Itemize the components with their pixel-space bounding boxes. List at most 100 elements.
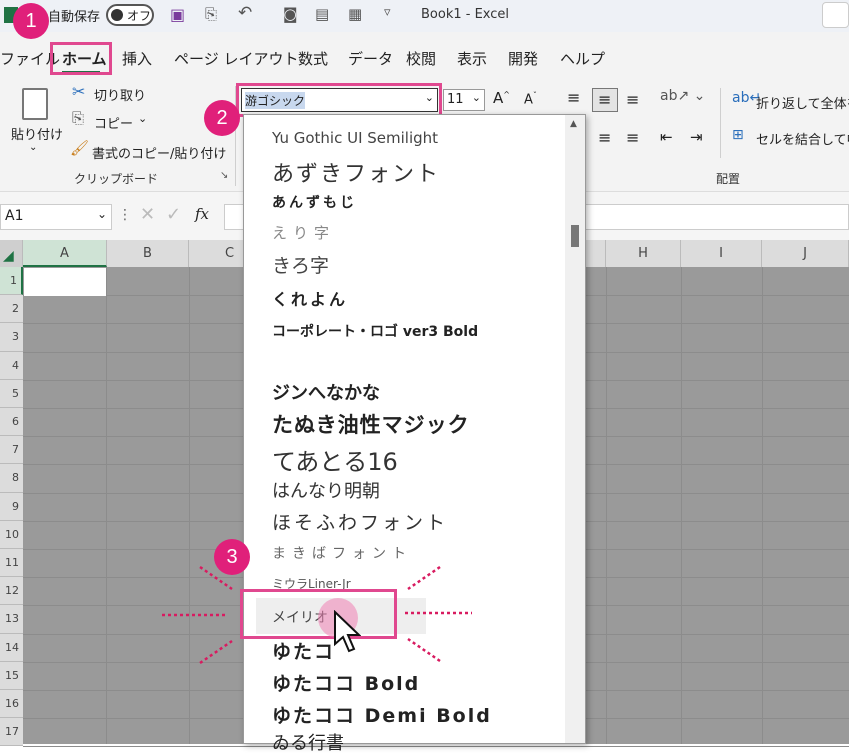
font-item-corporate-logo[interactable]: コーポレート・ロゴ ver3 Bold xyxy=(272,321,478,341)
font-item-iru-gyosho[interactable]: ゐる行書 xyxy=(272,729,344,755)
increase-indent-icon[interactable]: ⇥ xyxy=(690,128,703,146)
row-header[interactable]: 9 xyxy=(0,492,23,521)
step-badge-1: 1 xyxy=(13,3,49,39)
customize-qat-icon[interactable]: ▿ xyxy=(384,5,391,20)
tab-formulas[interactable]: 数式 xyxy=(298,48,328,69)
align-bottom-icon[interactable]: ≡ xyxy=(626,90,639,109)
column-header-i[interactable]: I xyxy=(681,240,762,267)
more-icon[interactable]: ⋮ xyxy=(118,207,132,223)
align-center-icon[interactable]: ≡ xyxy=(626,128,639,147)
font-item-tanuki[interactable]: たぬき油性マジック xyxy=(272,409,470,439)
row-header[interactable]: 17 xyxy=(0,718,23,747)
name-box-chevron-icon[interactable]: ⌄ xyxy=(97,207,107,221)
form-icon[interactable]: ▤ xyxy=(315,5,329,23)
row-header[interactable]: 8 xyxy=(0,464,23,493)
format-painter-icon[interactable]: 🖌 xyxy=(70,139,89,157)
row-header[interactable]: 11 xyxy=(0,549,23,578)
name-box[interactable]: A1 ⌄ xyxy=(0,204,112,230)
column-header-b[interactable]: B xyxy=(107,240,189,267)
grid-line xyxy=(762,267,763,744)
tab-review[interactable]: 校閲 xyxy=(406,48,436,69)
table-icon[interactable]: ▦ xyxy=(348,5,362,23)
font-size-chevron-icon[interactable]: ⌄ xyxy=(472,91,481,104)
insert-function-icon[interactable]: fx xyxy=(195,205,209,223)
row-header[interactable]: 6 xyxy=(0,408,23,437)
clipboard-launcher-icon[interactable]: ↘ xyxy=(220,170,228,181)
wrap-text-button[interactable]: 折り返して全体を xyxy=(756,93,849,112)
increase-font-icon[interactable]: A^ xyxy=(493,89,510,107)
grid-line xyxy=(106,267,107,744)
dropdown-scrollbar[interactable]: ▲ xyxy=(565,115,585,743)
search-box[interactable] xyxy=(822,2,849,28)
ray-line xyxy=(199,639,233,665)
copy-button[interactable]: コピー xyxy=(94,113,133,132)
enter-icon[interactable]: ✓ xyxy=(166,204,181,225)
cut-button[interactable]: 切り取り xyxy=(94,85,146,104)
font-size-box[interactable]: 11 ⌄ xyxy=(443,89,485,111)
emphasis-rays xyxy=(162,565,472,665)
cancel-icon[interactable]: ✕ xyxy=(140,204,155,225)
ray-line xyxy=(407,637,441,663)
column-header-g-partial[interactable] xyxy=(586,240,606,267)
font-item-jinhe[interactable]: ジンへなかな xyxy=(272,379,380,405)
paste-button[interactable]: 貼り付け xyxy=(11,124,63,143)
font-item-kureyon[interactable]: くれよん xyxy=(272,286,348,310)
font-item-kiro[interactable]: きろ字 xyxy=(272,251,329,278)
row-header[interactable]: 12 xyxy=(0,577,23,606)
row-header[interactable]: 7 xyxy=(0,436,23,465)
decrease-indent-icon[interactable]: ⇤ xyxy=(660,128,673,146)
align-middle-icon: ≡ xyxy=(598,90,612,109)
autosave-toggle[interactable]: オフ xyxy=(106,4,154,26)
row-header[interactable]: 1 xyxy=(0,267,23,296)
paste-chevron-icon[interactable]: ⌄ xyxy=(29,142,37,153)
row-header[interactable]: 13 xyxy=(0,605,23,634)
scissors-icon[interactable]: ✂ xyxy=(72,82,85,101)
decrease-font-icon[interactable]: Aˇ xyxy=(524,91,537,107)
tab-view[interactable]: 表示 xyxy=(457,48,487,69)
column-header-j[interactable]: J xyxy=(762,240,849,267)
font-item-anzu[interactable]: あんずもじ xyxy=(272,192,357,212)
copy-icon[interactable]: ⎘ xyxy=(72,109,84,127)
align-top-icon[interactable]: ≡ xyxy=(567,88,580,107)
font-item-eri[interactable]: えり字 xyxy=(272,222,335,243)
page-icon[interactable]: ⎘ xyxy=(205,5,217,23)
undo-icon[interactable]: ↶ xyxy=(238,3,252,23)
format-painter-button[interactable]: 書式のコピー/貼り付け xyxy=(92,143,226,162)
tab-help[interactable]: ヘルプ xyxy=(560,48,605,69)
cell-a1-selected[interactable] xyxy=(24,268,106,296)
merge-button[interactable]: セルを結合して中 xyxy=(756,129,849,148)
align-middle-button[interactable]: ≡ xyxy=(592,88,618,112)
scroll-up-icon[interactable]: ▲ xyxy=(570,119,577,129)
select-all-corner[interactable]: ◢ xyxy=(0,240,23,267)
row-header[interactable]: 2 xyxy=(0,295,23,324)
font-item-yutacoco-demi[interactable]: ゆたココ Demi Bold xyxy=(272,701,492,728)
save-icon[interactable]: ▣ xyxy=(170,5,185,24)
scroll-thumb[interactable] xyxy=(571,225,579,247)
row-header[interactable]: 5 xyxy=(0,379,23,408)
tab-insert[interactable]: 挿入 xyxy=(122,48,152,69)
row-header[interactable]: 14 xyxy=(0,633,23,662)
font-item-yu-gothic-ui[interactable]: Yu Gothic UI Semilight xyxy=(272,129,438,147)
row-header[interactable]: 15 xyxy=(0,661,23,690)
paste-icon[interactable] xyxy=(22,88,48,120)
column-header-c[interactable]: C xyxy=(189,240,244,267)
row-header[interactable]: 16 xyxy=(0,690,23,719)
tab-page-layout[interactable]: ページ レイアウト xyxy=(174,48,298,69)
font-item-hannari[interactable]: はんなり明朝 xyxy=(272,477,380,503)
row-header[interactable]: 3 xyxy=(0,323,23,352)
copy-chevron-icon[interactable]: ⌄ xyxy=(138,112,147,125)
column-header-a[interactable]: A xyxy=(23,240,107,267)
camera-icon[interactable]: ◙ xyxy=(283,5,298,23)
font-item-hosofuwa[interactable]: ほそふわフォント xyxy=(272,508,448,535)
tab-developer[interactable]: 開発 xyxy=(508,48,538,69)
align-left-icon[interactable]: ≡ xyxy=(598,128,611,147)
highlight-font-box xyxy=(236,83,442,117)
column-header-h[interactable]: H xyxy=(606,240,681,267)
row-header[interactable]: 10 xyxy=(0,520,23,549)
orientation-icon[interactable]: ab↗ ⌄ xyxy=(660,88,705,104)
merge-icon[interactable]: ⊞ xyxy=(732,127,744,143)
font-item-azuki[interactable]: あずきフォント xyxy=(272,156,440,188)
tab-data[interactable]: データ xyxy=(348,48,393,69)
font-item-teatoru[interactable]: てあとる16 xyxy=(272,442,398,477)
row-header[interactable]: 4 xyxy=(0,351,23,380)
